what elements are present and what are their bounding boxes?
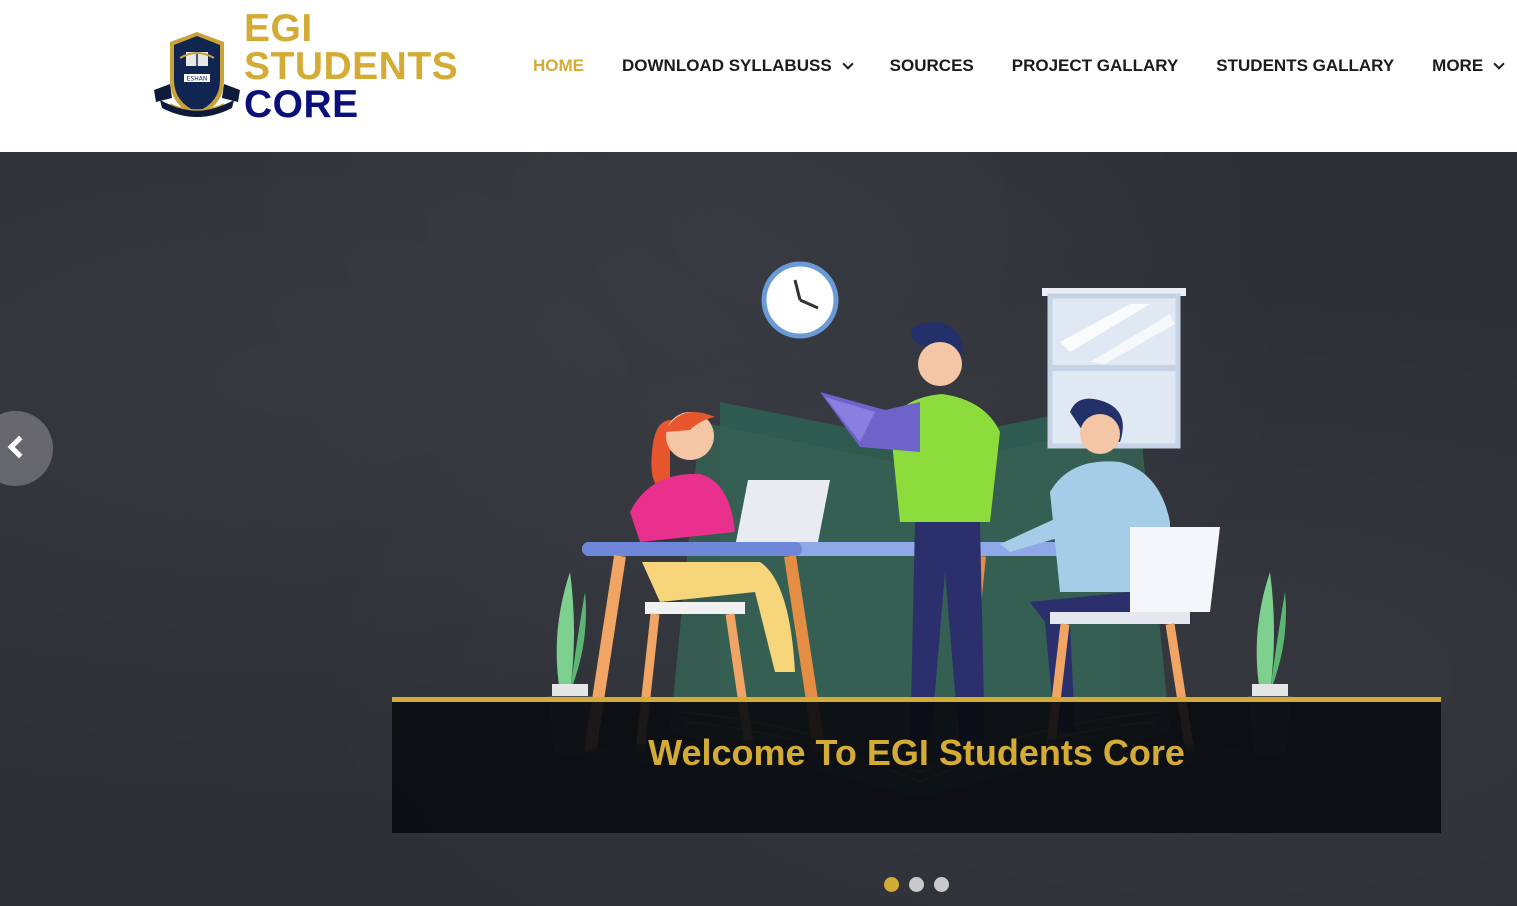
nav-item-home[interactable]: HOME (533, 56, 584, 76)
nav-item-label: SOURCES (889, 56, 974, 75)
nav-item-label: STUDENTS GALLARY (1216, 56, 1395, 75)
site-logo[interactable]: ESHAN EGI STUDENTS CORE (150, 7, 459, 128)
slide-caption: Welcome To EGI Students Core (392, 697, 1441, 833)
site-title: EGI STUDENTS CORE (244, 7, 459, 126)
chevron-left-icon (7, 435, 31, 459)
chevron-down-icon (842, 57, 854, 70)
nav-item-label: HOME (533, 56, 584, 75)
slider-dot-1[interactable] (884, 877, 899, 892)
nav-item-project-gallary[interactable]: PROJECT GALLARY (1012, 56, 1179, 76)
svg-text:ESHAN: ESHAN (187, 76, 208, 83)
nav-item-label: DOWNLOAD SYLLABUSS (622, 56, 832, 75)
slider-dot-3[interactable] (934, 877, 949, 892)
nav-item-label: PROJECT GALLARY (1011, 56, 1179, 75)
site-title-line2: STUDENTS (244, 45, 459, 88)
slide-caption-text: Welcome To EGI Students Core (648, 732, 1185, 773)
nav-item-download-syllabuss[interactable]: DOWNLOAD SYLLABUSS (622, 56, 854, 76)
hero-slider: Welcome To EGI Students Core (0, 152, 1517, 906)
chevron-down-icon (1493, 57, 1505, 70)
site-title-line1: EGI (244, 7, 313, 50)
nav-item-label: MORE (1432, 56, 1484, 75)
site-header: ESHAN EGI STUDENTS CORE HOME DOWNLOAD SY… (0, 0, 1517, 152)
nav-item-more[interactable]: MORE (1432, 56, 1505, 76)
site-title-line3: CORE (244, 83, 359, 126)
main-nav: HOME DOWNLOAD SYLLABUSS SOURCES PROJECT … (533, 56, 1505, 76)
nav-item-students-gallary[interactable]: STUDENTS GALLARY (1216, 56, 1394, 76)
nav-item-sources[interactable]: SOURCES (890, 56, 974, 76)
slider-dot-2[interactable] (909, 877, 924, 892)
slider-pagination (884, 877, 959, 892)
college-crest-icon: ESHAN (154, 32, 240, 117)
